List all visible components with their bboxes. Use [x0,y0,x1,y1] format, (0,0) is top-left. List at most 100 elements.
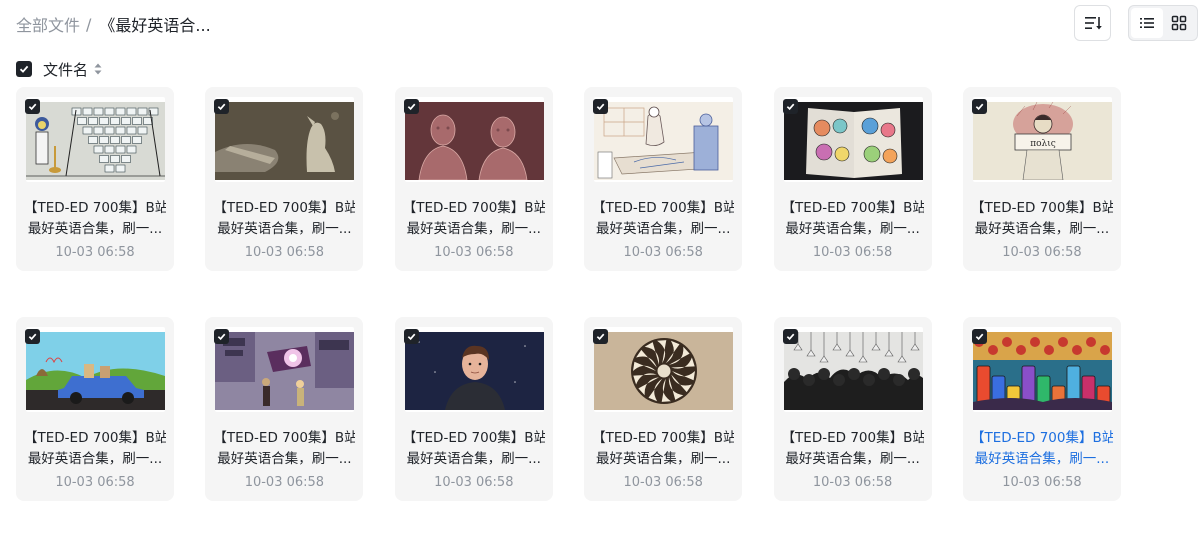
file-date: 10-03 06:58 [623,245,703,260]
file-checkbox[interactable] [782,99,798,114]
file-checkbox[interactable] [25,329,40,344]
file-card[interactable]: 【TED-ED 700集】B站 最好英语合集，刷一... 10-03 06:58 [16,87,174,271]
file-name-line-1: 【TED-ED 700集】B站 [592,200,735,216]
file-checkbox[interactable] [971,329,987,344]
list-view-button[interactable] [1131,8,1163,38]
file-checkbox[interactable] [25,99,40,114]
video-thumbnail[interactable] [26,97,165,182]
file-name-line-1: 【TED-ED 700集】B站 [781,200,924,216]
select-all-checkbox[interactable] [16,61,32,77]
thumbnail-image [783,332,923,410]
file-card[interactable]: 【TED-ED 700集】B站 最好英语合集，刷一... 10-03 06:58 [205,317,364,501]
sort-icon [1084,17,1102,30]
file-card[interactable]: 【TED-ED 700集】B站 最好英语合集，刷一... 10-03 06:58 [773,317,932,501]
file-checkbox[interactable] [593,99,609,114]
file-name-line-2: 最好英语合集，刷一... [406,221,541,237]
file-name-line-1: 【TED-ED 700集】B站 [402,200,545,216]
file-card[interactable]: 【TED-ED 700集】B站 最好英语合集，刷一... 10-03 06:58 [394,87,553,271]
file-card[interactable]: 【TED-ED 700集】B站 最好英语合集，刷一... 10-03 06:58 [394,317,553,501]
file-checkbox[interactable] [593,329,609,344]
file-name[interactable]: 【TED-ED 700集】B站 最好英语合集，刷一... [971,198,1113,240]
file-name-line-1: 【TED-ED 700集】B站 [592,430,735,446]
file-name[interactable]: 【TED-ED 700集】B站 最好英语合集，刷一... [592,198,734,240]
file-name-line-2: 最好英语合集，刷一... [217,221,352,237]
video-thumbnail[interactable] [404,327,544,412]
thumbnail-image [26,332,165,410]
file-name[interactable]: 【TED-ED 700集】B站 最好英语合集，刷一... [24,428,166,470]
check-icon [596,333,605,341]
file-date: 10-03 06:58 [1002,475,1082,490]
grid-view-button[interactable] [1163,8,1195,38]
video-thumbnail[interactable] [783,327,923,412]
file-card[interactable]: 【TED-ED 700集】B站 最好英语合集，刷一... 10-03 06:58 [584,87,743,271]
file-checkbox[interactable] [403,329,419,344]
file-name-line-1: 【TED-ED 700集】B站 [781,430,924,446]
breadcrumb-separator: / [86,14,92,34]
file-checkbox[interactable] [214,329,230,344]
check-icon [28,333,37,341]
file-name-line-1: 【TED-ED 700集】B站 [24,430,166,446]
file-card[interactable]: 【TED-ED 700集】B站 最好英语合集，刷一... 10-03 06:58 [584,317,743,501]
thumbnail-image [404,102,544,180]
view-toggle [1128,5,1198,41]
file-name-line-2: 最好英语合集，刷一... [595,451,731,467]
file-date: 10-03 06:58 [812,245,893,260]
file-card[interactable]: 【TED-ED 700集】B站 最好英语合集，刷一... 10-03 06:58 [205,87,364,271]
file-date: 10-03 06:58 [1002,245,1082,260]
file-name[interactable]: 【TED-ED 700集】B站 最好英语合集，刷一... [213,198,355,240]
sort-caret-icon[interactable] [94,63,102,75]
file-checkbox[interactable] [403,99,419,114]
check-icon [218,103,226,111]
file-card[interactable]: 【TED-ED 700集】B站 最好英语合集，刷一... 10-03 06:58 [16,317,174,501]
video-thumbnail[interactable] [404,97,544,182]
file-name-line-2: 最好英语合集，刷一... [785,221,920,237]
check-icon [786,103,794,111]
video-thumbnail[interactable] [972,327,1112,412]
file-checkbox[interactable] [214,99,230,114]
file-card[interactable]: πολις 【TED-ED 700集】B站 最好英语合集，刷一... 10-03… [962,87,1121,271]
file-name[interactable]: 【TED-ED 700集】B站 最好英语合集，刷一... [213,428,355,470]
file-card[interactable]: 【TED-ED 700集】B站 最好英语合集，刷一... 10-03 06:58 [962,317,1121,501]
file-date: 10-03 06:58 [434,245,514,260]
check-icon [975,103,984,111]
video-thumbnail[interactable] [594,97,734,182]
file-checkbox[interactable] [782,329,798,344]
grid-view-icon [1171,15,1187,31]
video-thumbnail[interactable] [215,97,355,182]
video-thumbnail[interactable] [215,327,355,412]
file-name[interactable]: 【TED-ED 700集】B站 最好英语合集，刷一... [592,428,734,470]
video-thumbnail[interactable] [26,327,165,412]
file-name[interactable]: 【TED-ED 700集】B站 最好英语合集，刷一... [403,428,545,470]
thumbnail-image [26,102,165,180]
video-thumbnail[interactable]: πολις [972,97,1112,182]
file-grid: 【TED-ED 700集】B站 最好英语合集，刷一... 10-03 06:58… [16,87,1121,501]
breadcrumb-root-link[interactable]: 全部文件 [16,12,80,36]
video-thumbnail[interactable] [594,327,734,412]
file-name[interactable]: 【TED-ED 700集】B站 最好英语合集，刷一... [782,198,924,240]
thumbnail-image [404,332,544,410]
file-name-line-2: 最好英语合集，刷一... [406,451,541,467]
thumbnail-image [972,332,1112,410]
file-name-line-1: 【TED-ED 700集】B站 [24,200,166,216]
thumbnail-image [215,102,355,180]
file-date: 10-03 06:58 [55,475,135,490]
file-name[interactable]: 【TED-ED 700集】B站 最好英语合集，刷一... [24,198,166,240]
file-name[interactable]: 【TED-ED 700集】B站 最好英语合集，刷一... [971,428,1113,470]
file-card[interactable]: 【TED-ED 700集】B站 最好英语合集，刷一... 10-03 06:58 [773,87,932,271]
file-name[interactable]: 【TED-ED 700集】B站 最好英语合集，刷一... [782,428,924,470]
file-name[interactable]: 【TED-ED 700集】B站 最好英语合集，刷一... [403,198,545,240]
file-name-line-1: 【TED-ED 700集】B站 [970,430,1113,446]
sort-button[interactable] [1074,5,1111,41]
file-name-line-2: 最好英语合集，刷一... [595,221,731,237]
file-name-line-1: 【TED-ED 700集】B站 [402,430,545,446]
check-icon [407,333,416,341]
check-icon [19,65,29,73]
filename-column-header[interactable]: 文件名 [43,59,88,80]
file-name-line-2: 最好英语合集，刷一... [974,221,1110,237]
file-date: 10-03 06:58 [812,475,893,490]
svg-text:πολις: πολις [1030,139,1056,149]
thumbnail-image [215,332,355,410]
video-thumbnail[interactable] [783,97,923,182]
file-date: 10-03 06:58 [244,245,325,260]
file-checkbox[interactable] [971,99,987,114]
